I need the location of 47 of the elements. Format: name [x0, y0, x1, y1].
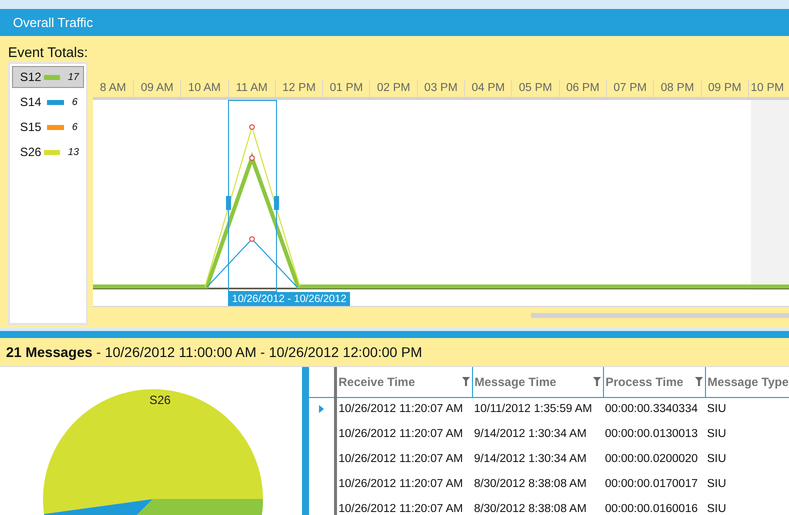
- table-cell-text: 00:00:00.0170017: [604, 476, 699, 492]
- column-header[interactable]: Message Type: [705, 367, 789, 397]
- legend-item[interactable]: S15 6: [12, 116, 84, 138]
- column-header[interactable]: Receive Time: [335, 367, 472, 397]
- table-cell: 10/26/2012 11:20:07 AM: [335, 397, 472, 422]
- splitter-bar[interactable]: [0, 331, 789, 338]
- table-cell-text: 00:00:00.0200020: [604, 452, 699, 467]
- table-cell-text: SIU: [706, 476, 728, 492]
- filter-icon[interactable]: [592, 377, 600, 386]
- table-cell: 00:00:00.3340334: [603, 397, 705, 422]
- legend-item[interactable]: S12 17: [12, 66, 84, 88]
- table-cell: SIU: [705, 397, 789, 422]
- table-cell: 10/26/2012 11:20:07 AM: [335, 497, 472, 515]
- table-cell: 10/26/2012 11:20:07 AM: [335, 422, 472, 447]
- splitter-bar[interactable]: [302, 367, 309, 515]
- table-cell: 10/26/2012 11:20:07 AM: [335, 472, 472, 497]
- pie-label: S26: [149, 393, 171, 407]
- legend-item[interactable]: S26 13: [12, 141, 84, 163]
- table-cell-text: SIU: [706, 426, 728, 442]
- current-row-icon: [319, 405, 324, 414]
- table-cell-text: SIU: [706, 502, 728, 515]
- table-cell-text: 8/30/2012 8:38:08 AM: [473, 476, 588, 492]
- table-cell-text: 00:00:00.0130013: [604, 426, 699, 442]
- window-title: Overall Traffic: [13, 14, 93, 32]
- table-cell: 10/11/2012 1:35:59 AM: [472, 397, 603, 422]
- selection-date-label: 10/26/2012 - 10/26/2012: [228, 292, 350, 306]
- range-handle[interactable]: [274, 196, 279, 210]
- filter-icon[interactable]: [694, 377, 702, 386]
- event-totals-label: Event Totals:: [8, 43, 88, 61]
- scrollbar[interactable]: [531, 313, 789, 318]
- filter-icon[interactable]: [462, 377, 470, 386]
- column-header[interactable]: Message Time: [472, 367, 603, 397]
- data-point: [249, 124, 255, 130]
- table-cell-text: 8/30/2012 8:38:08 AM: [473, 502, 588, 515]
- data-point: [249, 155, 255, 161]
- messages-summary: 21 Messages - 10/26/2012 11:00:00 AM - 10/26/2012 12:00:00 PM: [6, 342, 422, 362]
- data-point: [249, 236, 255, 242]
- table-cell-text: 00:00:00.0160016: [604, 502, 699, 515]
- range-handle[interactable]: [226, 196, 231, 210]
- legend-item[interactable]: S14 6: [12, 91, 84, 113]
- hour-label: 8 AM: [98, 81, 128, 96]
- selection-range[interactable]: [228, 100, 277, 292]
- column-header[interactable]: Process Time: [603, 367, 705, 397]
- table-cell-text: 9/14/2012 1:30:34 AM: [473, 452, 588, 467]
- table-cell: 10/26/2012 11:20:07 AM: [335, 447, 472, 472]
- table-cell-text: SIU: [706, 452, 728, 467]
- table-cell-text: 9/14/2012 1:30:34 AM: [473, 426, 588, 442]
